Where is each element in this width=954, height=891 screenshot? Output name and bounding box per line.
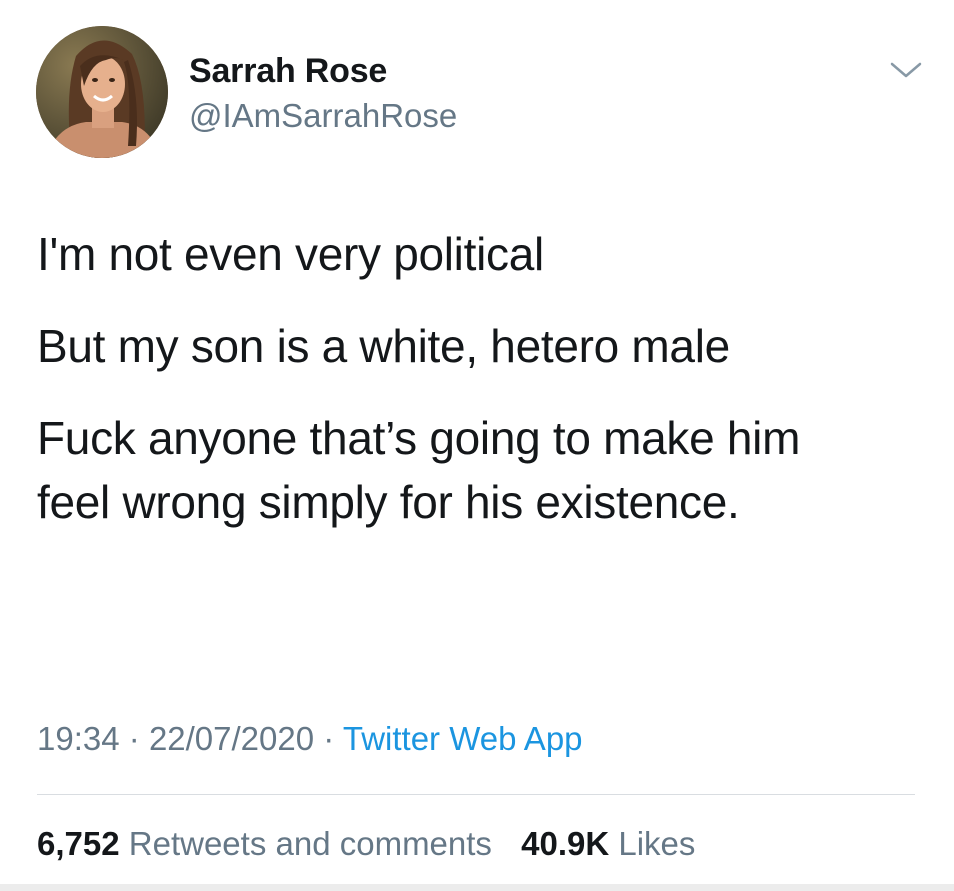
chevron-down-icon[interactable] <box>888 58 924 82</box>
tweet-paragraph: But my son is a white, hetero male <box>37 320 730 372</box>
divider <box>37 794 915 795</box>
retweets-count: 6,752 <box>37 825 120 862</box>
likes-count: 40.9K <box>521 825 610 862</box>
retweets-label: Retweets and comments <box>128 825 492 862</box>
avatar[interactable] <box>36 26 168 158</box>
tweet-source-link[interactable]: Twitter Web App <box>343 720 583 757</box>
tweet-card: Sarrah Rose @IAmSarrahRose I'm not even … <box>0 0 954 891</box>
avatar-photo <box>36 26 168 158</box>
tweet-meta: 19:34 · 22/07/2020 · Twitter Web App <box>37 717 583 761</box>
tweet-header: Sarrah Rose @IAmSarrahRose <box>36 26 922 160</box>
tweet-paragraph: Fuck anyone that’s going to make him fee… <box>37 412 801 528</box>
tweet-date[interactable]: 22/07/2020 <box>149 720 314 757</box>
retweets-stat[interactable]: 6,752 Retweets and comments <box>37 822 492 866</box>
likes-label: Likes <box>618 825 696 862</box>
display-name[interactable]: Sarrah Rose <box>189 51 457 91</box>
bottom-border <box>0 884 954 891</box>
tweet-stats: 6,752 Retweets and comments 40.9K Likes <box>37 822 715 866</box>
author-names: Sarrah Rose @IAmSarrahRose <box>189 51 457 137</box>
tweet-text: I'm not even very political But my son i… <box>37 222 917 562</box>
tweet-time[interactable]: 19:34 <box>37 720 120 757</box>
tweet-paragraph: I'm not even very political <box>37 228 544 280</box>
meta-separator: · <box>323 720 335 757</box>
meta-separator: · <box>128 720 140 757</box>
user-handle[interactable]: @IAmSarrahRose <box>189 95 457 137</box>
likes-stat[interactable]: 40.9K Likes <box>521 822 695 866</box>
